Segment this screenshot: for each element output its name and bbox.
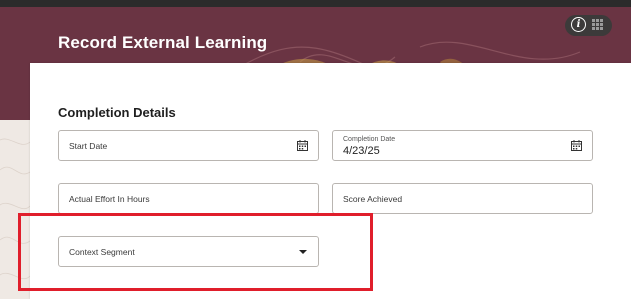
info-icon[interactable]: i [571, 17, 586, 32]
highlight-box [18, 213, 373, 291]
actual-effort-field[interactable]: Actual Effort In Hours [58, 183, 319, 214]
app-window: Record External Learning i Completion De… [0, 0, 631, 299]
start-date-label: Start Date [69, 141, 108, 151]
section-title: Completion Details [58, 105, 176, 120]
start-date-field[interactable]: Start Date [58, 130, 319, 161]
score-achieved-label: Score Achieved [343, 194, 403, 204]
page-title: Record External Learning [58, 33, 268, 52]
score-achieved-field[interactable]: Score Achieved [332, 183, 593, 214]
completion-date-label: Completion Date [343, 136, 396, 143]
completion-date-value: 4/23/25 [343, 145, 380, 157]
top-bar [0, 0, 631, 7]
completion-date-field[interactable]: Completion Date 4/23/25 [332, 130, 593, 161]
calendar-icon[interactable] [571, 140, 582, 151]
calendar-icon[interactable] [297, 140, 308, 151]
apps-grid-icon[interactable] [592, 19, 604, 31]
actual-effort-label: Actual Effort In Hours [69, 194, 150, 204]
